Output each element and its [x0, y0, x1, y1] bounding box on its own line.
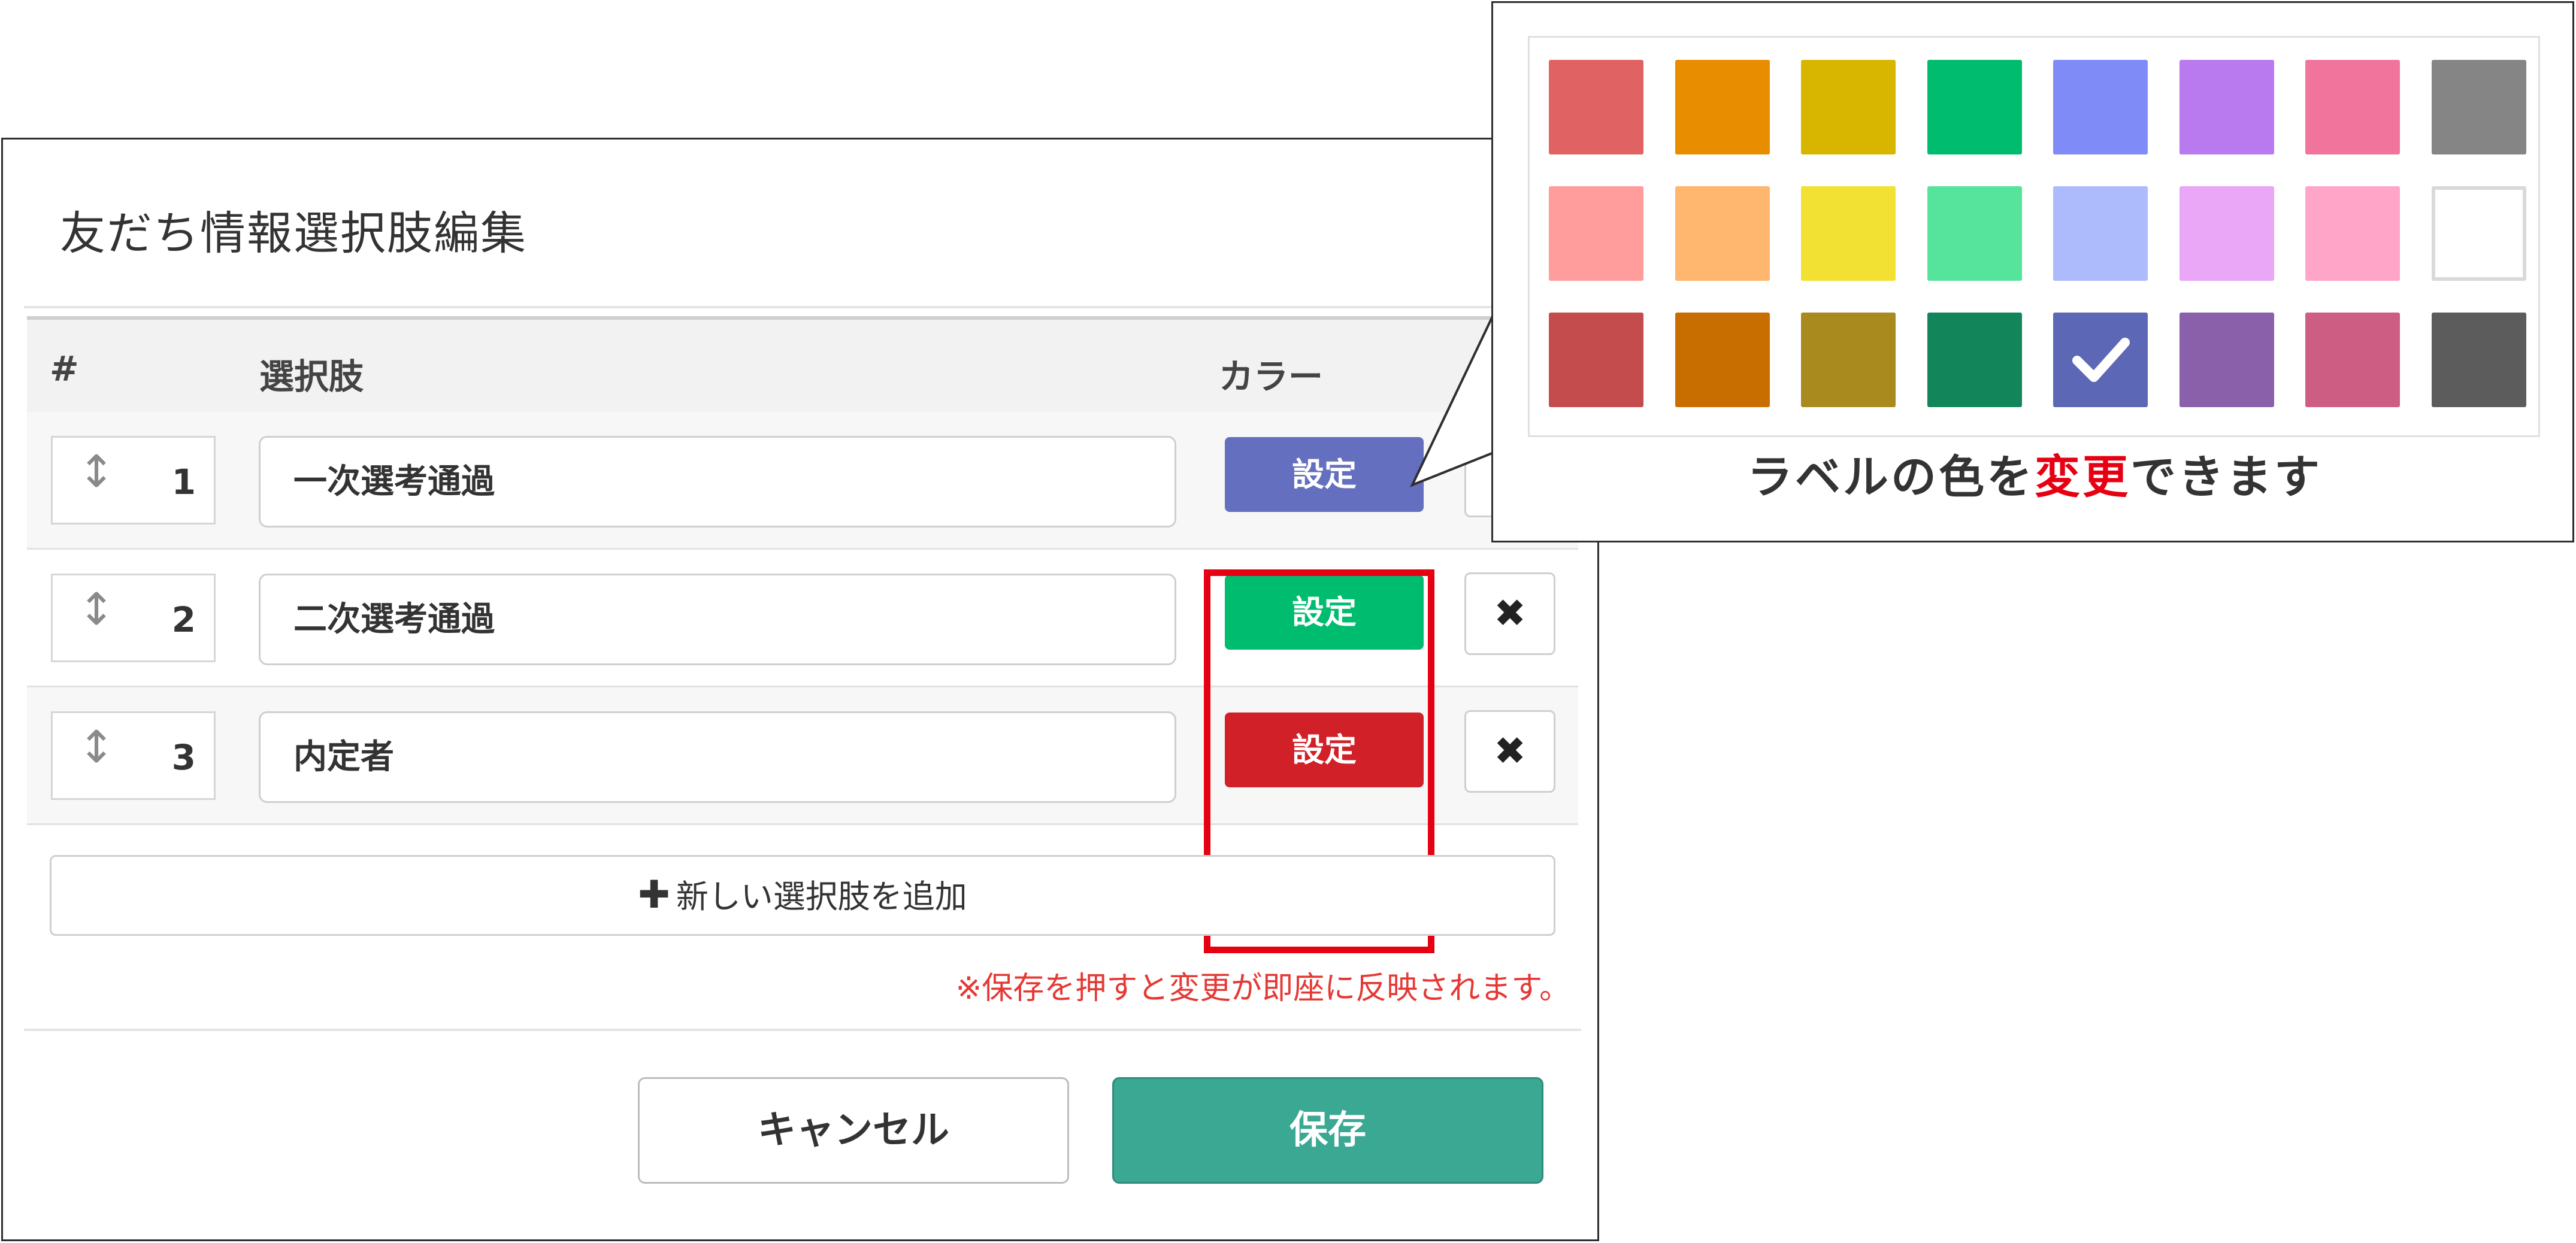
color-set-button[interactable]: 設定	[1225, 437, 1424, 512]
vertical-arrows-icon: ↕	[78, 446, 116, 498]
option-text-input[interactable]: 二次選考通過	[259, 574, 1176, 665]
footer-divider	[24, 1029, 1581, 1031]
color-swatch[interactable]	[2053, 186, 2148, 281]
drag-handle[interactable]: ↕ 2	[51, 574, 216, 662]
drag-handle[interactable]: ↕ 1	[51, 436, 216, 525]
column-header-index: #	[50, 348, 79, 389]
title-divider	[24, 306, 1581, 308]
color-swatch[interactable]	[1927, 313, 2022, 407]
add-option-button[interactable]: ✚ 新しい選択肢を追加	[50, 855, 1555, 936]
row-number: 1	[171, 462, 196, 502]
save-button[interactable]: 保存	[1112, 1077, 1543, 1184]
color-swatch[interactable]	[2053, 60, 2148, 154]
color-swatch[interactable]	[1801, 186, 1896, 281]
screenshot-stage: 友だち情報選択肢編集 # 選択肢 カラー ↕ 1 一次選考通過 設定 ✖ ↕ 2…	[0, 0, 2576, 1243]
color-swatch[interactable]	[1675, 313, 1770, 407]
cancel-button[interactable]: キャンセル	[638, 1077, 1069, 1184]
column-header-color: カラー	[1219, 356, 1324, 397]
vertical-arrows-icon: ↕	[78, 721, 116, 773]
close-icon: ✖	[1494, 729, 1526, 774]
color-swatch[interactable]	[1675, 60, 1770, 154]
color-swatch[interactable]	[1927, 186, 2022, 281]
color-swatch[interactable]	[2431, 313, 2526, 407]
color-swatch[interactable]	[2431, 186, 2526, 281]
delete-option-button[interactable]: ✖	[1464, 710, 1555, 793]
column-header-option: 選択肢	[259, 356, 364, 397]
caption-text-before: ラベルの色を	[1747, 450, 2035, 504]
option-text-input[interactable]: 内定者	[259, 711, 1176, 803]
row-number: 2	[171, 599, 196, 640]
color-swatch[interactable]	[2305, 186, 2400, 281]
color-swatch[interactable]	[1549, 313, 1643, 407]
callout-caption: ラベルの色を変更できます	[1493, 440, 2576, 506]
color-swatch[interactable]	[1801, 60, 1896, 154]
color-swatch[interactable]	[2179, 186, 2274, 281]
plus-icon: ✚	[638, 873, 670, 917]
color-swatch[interactable]	[2179, 60, 2274, 154]
close-icon: ✖	[1494, 592, 1526, 636]
color-swatch[interactable]	[1927, 60, 2022, 154]
color-swatch[interactable]	[1801, 313, 1896, 407]
color-swatch[interactable]	[2305, 60, 2400, 154]
color-palette-callout: ラベルの色を変更できます	[1491, 1, 2574, 542]
add-option-label: 新しい選択肢を追加	[676, 878, 967, 915]
color-swatch-grid	[1528, 36, 2540, 437]
color-swatch[interactable]	[2053, 313, 2148, 407]
color-swatch[interactable]	[2179, 313, 2274, 407]
caption-emphasis: 変更	[2035, 450, 2130, 504]
color-swatch[interactable]	[1549, 60, 1643, 154]
color-swatch[interactable]	[1675, 186, 1770, 281]
save-notice: ※保存を押すと変更が即座に反映されます。	[955, 971, 1570, 1006]
option-edit-modal: 友だち情報選択肢編集 # 選択肢 カラー ↕ 1 一次選考通過 設定 ✖ ↕ 2…	[1, 138, 1599, 1241]
color-swatch[interactable]	[2431, 60, 2526, 154]
delete-option-button[interactable]: ✖	[1464, 572, 1555, 655]
vertical-arrows-icon: ↕	[78, 584, 116, 635]
color-swatch[interactable]	[2305, 313, 2400, 407]
option-row: ↕ 1 一次選考通過 設定 ✖	[27, 412, 1578, 550]
checkmark-icon	[2072, 338, 2130, 382]
drag-handle[interactable]: ↕ 3	[51, 711, 216, 800]
caption-text-after: できます	[2130, 450, 2322, 504]
row-number: 3	[171, 737, 196, 778]
table-header: # 選択肢 カラー	[27, 316, 1578, 412]
color-swatch[interactable]	[1549, 186, 1643, 281]
modal-title: 友だち情報選択肢編集	[60, 207, 527, 260]
option-text-input[interactable]: 一次選考通過	[259, 436, 1176, 527]
